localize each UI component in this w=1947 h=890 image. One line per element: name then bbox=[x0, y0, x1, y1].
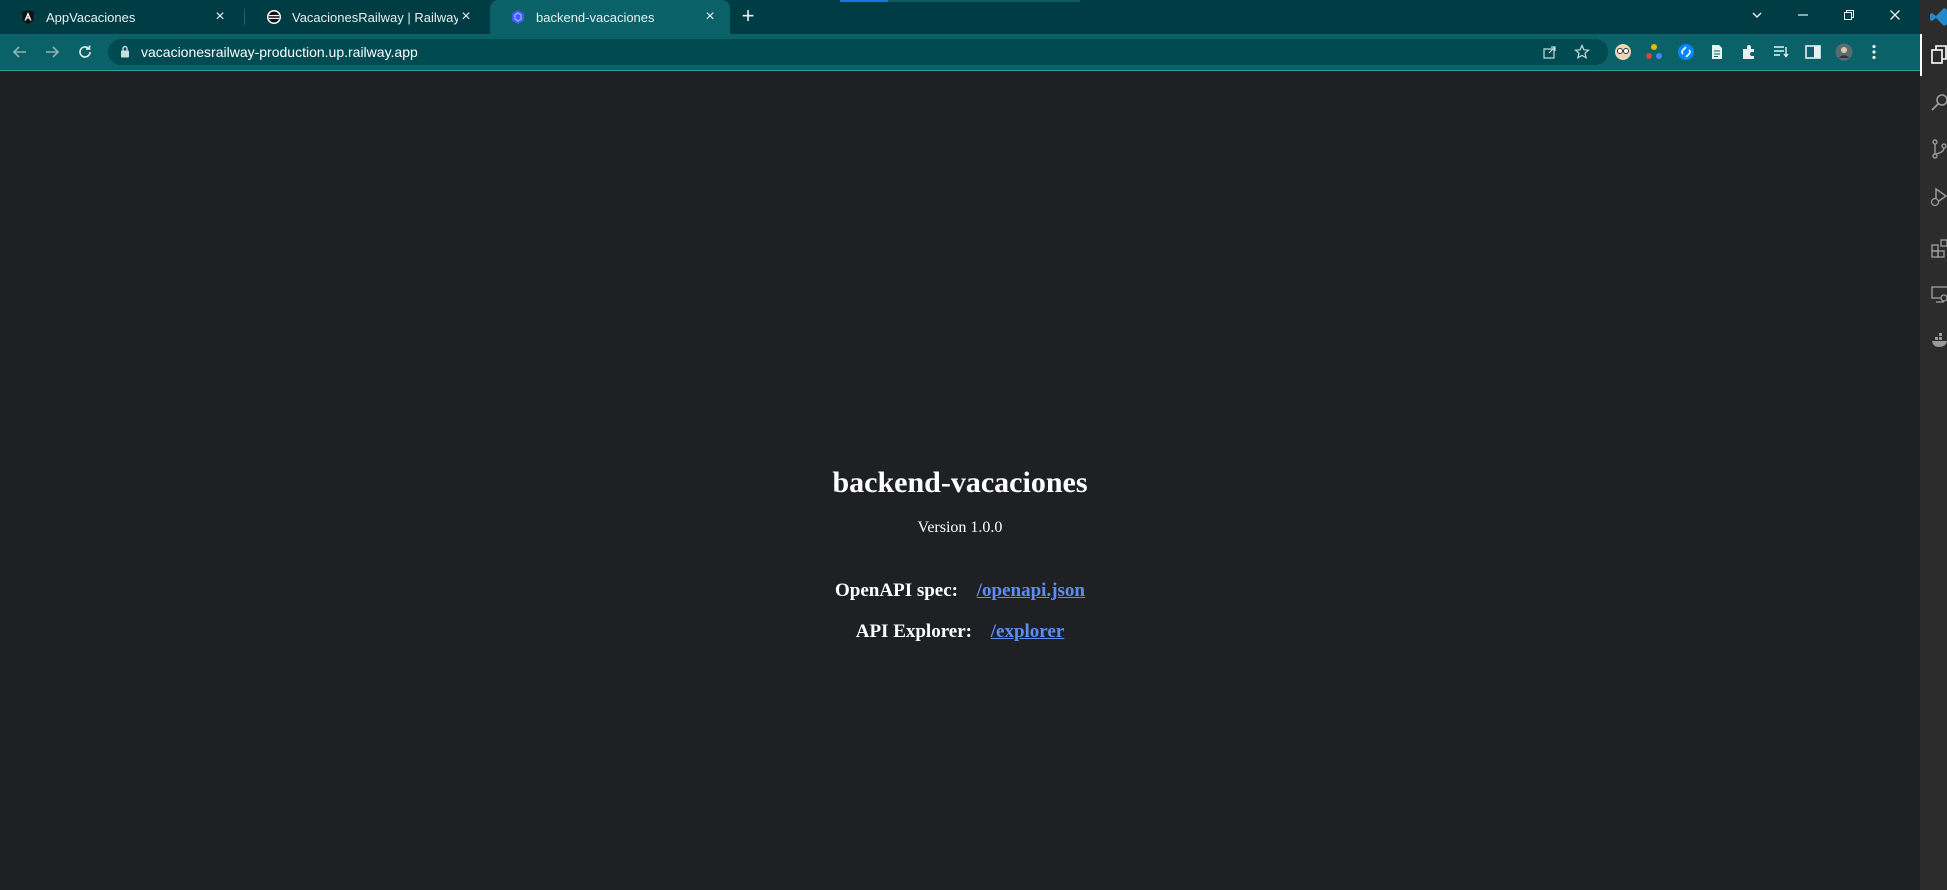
share-icon[interactable] bbox=[1540, 42, 1560, 62]
arrow-right-icon bbox=[46, 46, 60, 58]
tab-strip: AppVacaciones × VacacionesRailway | Rail… bbox=[0, 0, 1920, 34]
activity-bar-active-indicator bbox=[1920, 34, 1922, 76]
tab-search-button[interactable] bbox=[1734, 0, 1780, 30]
profile-avatar[interactable] bbox=[1834, 42, 1854, 62]
back-button[interactable] bbox=[8, 40, 32, 64]
restore-button[interactable] bbox=[1826, 0, 1872, 30]
tab-vacacionesrailway[interactable]: VacacionesRailway | Railway × bbox=[246, 0, 486, 34]
extension-shazam-icon[interactable] bbox=[1676, 42, 1696, 62]
tab-title: backend-vacaciones bbox=[536, 9, 655, 25]
minimize-icon bbox=[1798, 14, 1808, 16]
address-bar[interactable]: vacacionesrailway-production.up.railway.… bbox=[108, 39, 1608, 65]
docker-icon[interactable] bbox=[1930, 330, 1947, 352]
extensions-icon[interactable] bbox=[1930, 236, 1947, 258]
reload-button[interactable] bbox=[73, 40, 97, 64]
url-text: vacacionesrailway-production.up.railway.… bbox=[141, 44, 418, 60]
explorer-files-icon[interactable] bbox=[1930, 44, 1947, 66]
reload-icon bbox=[79, 45, 91, 58]
chevron-down-icon bbox=[1752, 12, 1762, 18]
extension-owl-icon[interactable] bbox=[1613, 42, 1633, 62]
forward-button[interactable] bbox=[40, 40, 64, 64]
explorer-row: API Explorer: /explorer bbox=[0, 621, 1920, 643]
version-text: Version 1.0.0 bbox=[917, 519, 1003, 536]
openapi-link[interactable]: /openapi.json bbox=[977, 580, 1085, 601]
tab-title: VacacionesRailway | Railway bbox=[292, 9, 458, 25]
bookmark-star-icon[interactable] bbox=[1572, 42, 1592, 62]
vscode-activity-bar bbox=[1920, 0, 1947, 890]
extension-document-icon[interactable] bbox=[1707, 42, 1727, 62]
loopback-icon bbox=[510, 9, 526, 25]
tab-divider bbox=[244, 9, 245, 25]
page-content: backend-vacaciones Version 1.0.0 OpenAPI… bbox=[0, 71, 1920, 890]
page-title: backend-vacaciones bbox=[832, 466, 1088, 499]
close-tab-icon[interactable]: × bbox=[212, 9, 228, 25]
tab-loading-indicator bbox=[840, 0, 888, 2]
explorer-label: API Explorer: bbox=[855, 621, 972, 642]
reading-list-icon[interactable] bbox=[1771, 42, 1791, 62]
tab-strip-highlight bbox=[888, 0, 1080, 2]
extension-dots-icon[interactable] bbox=[1644, 42, 1664, 62]
minimize-button[interactable] bbox=[1780, 0, 1826, 30]
side-panel-icon[interactable] bbox=[1803, 42, 1823, 62]
tab-appvacaciones[interactable]: AppVacaciones × bbox=[0, 0, 240, 34]
chrome-menu-icon[interactable] bbox=[1864, 42, 1884, 62]
railway-icon bbox=[266, 9, 282, 25]
explorer-link[interactable]: /explorer bbox=[991, 621, 1065, 642]
close-window-button[interactable] bbox=[1872, 0, 1918, 30]
arrow-left-icon bbox=[12, 46, 26, 58]
restore-icon bbox=[1844, 10, 1854, 20]
vscode-logo-icon bbox=[1930, 8, 1947, 26]
new-tab-button[interactable]: + bbox=[736, 5, 760, 29]
tab-backend-vacaciones[interactable]: backend-vacaciones × bbox=[490, 0, 730, 34]
search-icon[interactable] bbox=[1930, 92, 1947, 114]
extensions-puzzle-icon[interactable] bbox=[1739, 42, 1759, 62]
openapi-label: OpenAPI spec: bbox=[835, 580, 958, 601]
tab-title: AppVacaciones bbox=[46, 9, 136, 25]
angular-icon bbox=[20, 9, 36, 25]
source-control-icon[interactable] bbox=[1930, 138, 1947, 160]
close-tab-icon[interactable]: × bbox=[702, 9, 718, 25]
remote-explorer-icon[interactable] bbox=[1930, 284, 1947, 306]
run-debug-icon[interactable] bbox=[1930, 186, 1947, 208]
browser-toolbar: vacacionesrailway-production.up.railway.… bbox=[0, 34, 1920, 71]
lock-icon[interactable] bbox=[120, 45, 130, 63]
close-icon bbox=[1890, 10, 1900, 20]
close-tab-icon[interactable]: × bbox=[458, 9, 474, 25]
openapi-row: OpenAPI spec: /openapi.json bbox=[0, 580, 1920, 602]
